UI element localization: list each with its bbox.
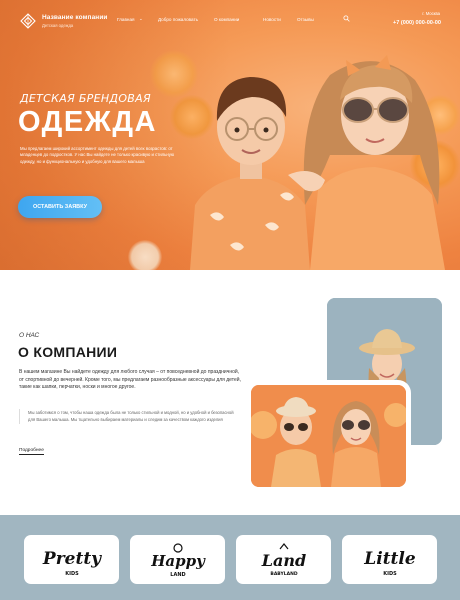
brand-sub: KIDS: [65, 571, 79, 577]
about-title: О КОМПАНИИ: [18, 344, 118, 360]
brand-card-happy[interactable]: Happy LAND: [130, 535, 225, 584]
nav-item-home[interactable]: Главная: [117, 17, 134, 22]
nav-item-news[interactable]: Новости: [263, 17, 281, 22]
page: Название компании Детская одежда Главная…: [0, 0, 460, 600]
two-kids-photo: [251, 385, 406, 487]
chevron-down-icon[interactable]: ⌄: [139, 16, 143, 22]
hero-headline: ОДЕЖДА: [18, 106, 157, 138]
brand-logo: Happy LAND: [150, 542, 206, 578]
logo[interactable]: Название компании Детская одежда: [20, 13, 108, 29]
hero-description: Мы предлагаем широкий ассортимент одежды…: [20, 146, 175, 164]
brand-card-land[interactable]: Land BABYLAND: [236, 535, 331, 584]
hero-eyebrow: ДЕТСКАЯ БРЕНДОВАЯ: [20, 92, 151, 105]
brand-logo: Land BABYLAND: [260, 542, 306, 577]
brand-name: Happy: [150, 552, 206, 570]
hero-kids-photo: [190, 55, 445, 270]
hero-section: Название компании Детская одежда Главная…: [0, 0, 460, 270]
more-link[interactable]: Подробнее: [19, 448, 44, 455]
brand-name: Land: [260, 551, 305, 570]
nav-item-welcome[interactable]: Добро пожаловать: [158, 17, 198, 22]
about-section: О НАС О КОМПАНИИ В нашем магазине Вы най…: [0, 270, 460, 515]
logo-icon: [20, 13, 36, 29]
sun-icon: [172, 542, 183, 553]
brands-section: Pretty KIDS Happy LAND Land BABYLAND Lit…: [0, 515, 460, 600]
city-label: г. Москва: [422, 11, 440, 16]
about-text: В нашем магазине Вы найдете одежду для л…: [19, 369, 241, 391]
brand-logo: Pretty KIDS: [41, 549, 101, 577]
search-icon[interactable]: [343, 15, 350, 22]
about-quote: Мы заботимся о том, чтобы наша одежда бы…: [19, 409, 239, 424]
nav-item-reviews[interactable]: Отзывы: [297, 17, 314, 22]
crown-icon: [279, 542, 288, 549]
logo-title: Название компании: [42, 14, 108, 21]
brand-name: Pretty: [41, 549, 101, 569]
brand-logo: Little KIDS: [363, 549, 416, 577]
brand-sub: KIDS: [383, 571, 397, 577]
brand-name: Little: [363, 549, 416, 569]
nav-item-about[interactable]: О компании: [214, 17, 239, 22]
phone-number[interactable]: +7 (000) 000-00-00: [393, 20, 441, 26]
brand-sub: LAND: [170, 572, 185, 578]
brand-sub: BABYLAND: [270, 571, 297, 577]
brand-card-pretty[interactable]: Pretty KIDS: [24, 535, 119, 584]
brand-card-little[interactable]: Little KIDS: [342, 535, 437, 584]
about-eyebrow: О НАС: [19, 332, 40, 339]
logo-subtitle: Детская одежда: [42, 23, 74, 28]
submit-request-button[interactable]: ОСТАВИТЬ ЗАЯВКУ: [18, 196, 102, 218]
